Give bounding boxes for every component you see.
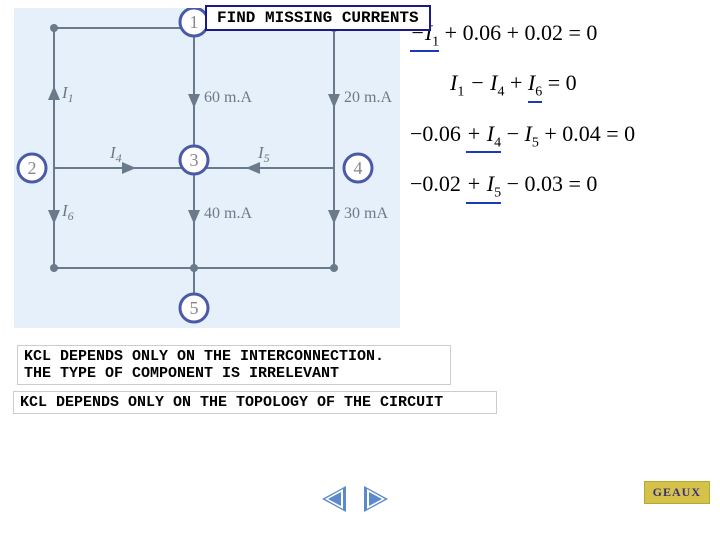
svg-text:5: 5 (190, 298, 199, 318)
svg-text:60 m.A: 60 m.A (204, 89, 252, 106)
svg-text:3: 3 (190, 150, 199, 170)
title-box: FIND MISSING CURRENTS (205, 5, 431, 31)
svg-text:2: 2 (28, 158, 37, 178)
note-interconnection: KCL DEPENDS ONLY ON THE INTERCONNECTION.… (18, 346, 450, 384)
next-button[interactable] (364, 486, 388, 512)
note-line: KCL DEPENDS ONLY ON THE TOPOLOGY OF THE … (20, 394, 443, 411)
svg-text:I6: I6 (61, 201, 74, 223)
equation-3: −0.06 + I4 − I5 + 0.04 = 0 (410, 121, 710, 153)
node-5: 5 (180, 294, 208, 322)
svg-text:I1: I1 (61, 83, 74, 105)
equation-1: −I1 + 0.06 + 0.02 = 0 (410, 20, 710, 52)
svg-text:4: 4 (354, 158, 363, 178)
svg-text:30 mA: 30 mA (344, 205, 388, 222)
circuit-diagram: I1 60 m.A 20 m.A I4 I5 I6 40 m.A 30 mA 1… (14, 8, 400, 328)
node-3: 3 (180, 146, 208, 174)
node-2: 2 (18, 154, 46, 182)
node-1: 1 (180, 8, 208, 36)
svg-text:I4: I4 (109, 143, 122, 165)
svg-text:1: 1 (190, 12, 199, 32)
logo-text: GEAUX (653, 485, 701, 499)
note-topology: KCL DEPENDS ONLY ON THE TOPOLOGY OF THE … (14, 392, 496, 413)
geaux-logo: GEAUX (644, 481, 710, 504)
note-line: THE TYPE OF COMPONENT IS IRRELEVANT (24, 365, 444, 382)
svg-text:20 m.A: 20 m.A (344, 89, 392, 106)
node-4: 4 (344, 154, 372, 182)
note-line: KCL DEPENDS ONLY ON THE INTERCONNECTION. (24, 348, 444, 365)
svg-text:I5: I5 (257, 143, 270, 165)
page-title: FIND MISSING CURRENTS (217, 9, 419, 27)
equation-4: −0.02 + I5 − 0.03 = 0 (410, 171, 710, 203)
svg-text:40 m.A: 40 m.A (204, 205, 252, 222)
equation-2: I1 − I4 + I6 = 0 (450, 70, 710, 102)
prev-button[interactable] (322, 486, 346, 512)
equation-area: −I1 + 0.06 + 0.02 = 0 I1 − I4 + I6 = 0 −… (410, 20, 710, 222)
